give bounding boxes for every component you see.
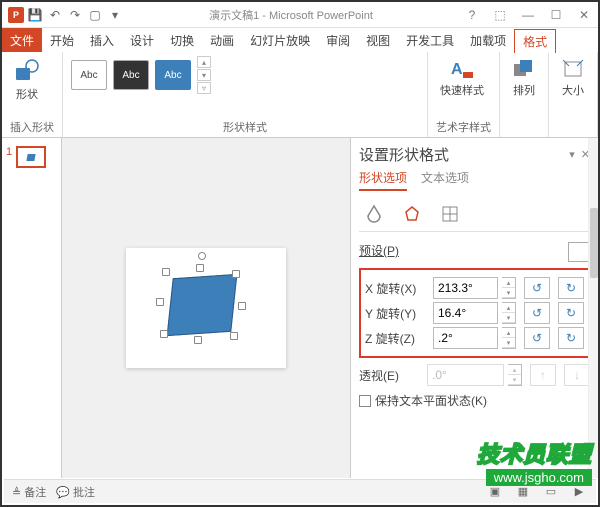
handle-sw[interactable] [160,330,168,338]
maximize-icon[interactable]: ☐ [542,4,570,26]
style-preset-3[interactable]: Abc [155,60,191,90]
tab-review[interactable]: 审阅 [318,28,358,52]
group-insert-shapes: 插入形状 [10,117,54,137]
y-rotate-left-icon[interactable]: ↺ [524,302,550,324]
slide-canvas[interactable] [126,248,286,368]
qat-more-icon[interactable]: ▾ [106,6,124,24]
quick-styles-label: 快速样式 [440,82,484,98]
arrange-button[interactable]: 排列 [508,56,540,100]
preset-selector[interactable] [568,242,590,262]
minimize-icon[interactable]: — [514,4,542,26]
z-rotate-right-icon[interactable]: ↻ [558,327,584,349]
effects-icon[interactable] [401,203,423,225]
style-more-icon[interactable]: ▿ [197,82,211,94]
rotate-handle[interactable] [198,252,206,260]
y-rotation-input[interactable]: 16.4° [433,302,498,324]
subtab-text-options[interactable]: 文本选项 [421,169,469,191]
size-properties-icon[interactable] [439,203,461,225]
x-rotate-left-icon[interactable]: ↺ [524,277,550,299]
style-up-icon[interactable]: ▴ [197,56,211,68]
ribbon-options-icon[interactable]: ⬚ [486,4,514,26]
group-wordart-styles: 艺术字样式 [436,117,491,137]
size-label: 大小 [562,82,584,98]
pane-scrollbar[interactable] [588,138,598,478]
y-rotation-spinner[interactable]: ▴▾ [502,302,516,324]
x-rotation-label: X 旋转(X) [365,280,429,297]
watermark: 技术员联盟 www.jsgho.com [477,437,592,487]
handle-n[interactable] [196,264,204,272]
y-rotate-right-icon[interactable]: ↻ [558,302,584,324]
help-icon[interactable]: ? [458,4,486,26]
ribbon-tabs: 文件 开始 插入 设计 切换 动画 幻灯片放映 审阅 视图 开发工具 加载项 格… [2,28,598,52]
comments-button[interactable]: 💬 批注 [56,484,95,500]
tab-developer[interactable]: 开发工具 [398,28,462,52]
pane-menu-icon[interactable]: ▾ [569,148,575,161]
group-shape-styles: 形状样式 [71,117,419,137]
z-rotation-label: Z 旋转(Z) [365,330,429,347]
tab-transitions[interactable]: 切换 [162,28,202,52]
pane-title: 设置形状格式 [359,144,449,165]
fill-line-icon[interactable] [363,203,385,225]
window-title: 演示文稿1 - Microsoft PowerPoint [124,7,458,23]
y-rotation-label: Y 旋转(Y) [365,305,429,322]
tab-addins[interactable]: 加载项 [462,28,514,52]
shapes-button[interactable]: 形状 [10,56,44,104]
shapes-label: 形状 [16,86,38,102]
close-icon[interactable]: ✕ [570,4,598,26]
style-down-icon[interactable]: ▾ [197,69,211,81]
x-rotation-spinner[interactable]: ▴▾ [502,277,516,299]
tab-design[interactable]: 设计 [122,28,162,52]
redo-icon[interactable]: ↷ [66,6,84,24]
undo-icon[interactable]: ↶ [46,6,64,24]
handle-e[interactable] [238,302,246,310]
z-rotate-left-icon[interactable]: ↺ [524,327,550,349]
style-preset-1[interactable]: Abc [71,60,107,90]
perspective-spinner: ▴▾ [508,364,522,386]
keep-text-flat-label: 保持文本平面状态(K) [375,392,487,409]
x-rotate-right-icon[interactable]: ↻ [558,277,584,299]
arrange-label: 排列 [513,82,535,98]
handle-ne[interactable] [232,270,240,278]
perspective-input: .0° [427,364,504,386]
preset-label[interactable]: 预设(P) [359,242,399,262]
group-size [557,121,589,137]
tab-home[interactable]: 开始 [42,28,82,52]
size-button[interactable]: 大小 [557,56,589,100]
slideshow-icon[interactable]: ▢ [86,6,104,24]
slide-thumbnail[interactable] [16,146,46,168]
style-preset-2[interactable]: Abc [113,60,149,90]
quick-styles-button[interactable]: A 快速样式 [436,56,488,100]
tab-file[interactable]: 文件 [2,28,42,52]
perspective-label: 透视(E) [359,367,423,384]
notes-button[interactable]: ≜ 备注 [12,484,46,500]
selected-shape[interactable] [167,274,238,336]
group-arrange [508,121,540,137]
tab-view[interactable]: 视图 [358,28,398,52]
keep-text-flat-checkbox[interactable] [359,395,371,407]
svg-text:A: A [451,61,463,78]
handle-se[interactable] [230,332,238,340]
slide-number: 1 [6,146,12,168]
subtab-shape-options[interactable]: 形状选项 [359,169,407,191]
x-rotation-input[interactable]: 213.3° [433,277,498,299]
tab-slideshow[interactable]: 幻灯片放映 [242,28,318,52]
z-rotation-input[interactable]: .2° [433,327,498,349]
tab-format[interactable]: 格式 [514,29,556,53]
save-icon[interactable]: 💾 [26,6,44,24]
tab-animations[interactable]: 动画 [202,28,242,52]
tab-insert[interactable]: 插入 [82,28,122,52]
handle-s[interactable] [194,336,202,344]
perspective-up-icon: ↑ [530,364,556,386]
handle-w[interactable] [156,298,164,306]
z-rotation-spinner[interactable]: ▴▾ [502,327,516,349]
rotation-highlighted-block: X 旋转(X) 213.3° ▴▾ ↺ ↻ Y 旋转(Y) 16.4° ▴▾ ↺… [359,268,590,358]
perspective-down-icon: ↓ [564,364,590,386]
handle-nw[interactable] [162,268,170,276]
ppt-app-icon: P [8,7,24,23]
